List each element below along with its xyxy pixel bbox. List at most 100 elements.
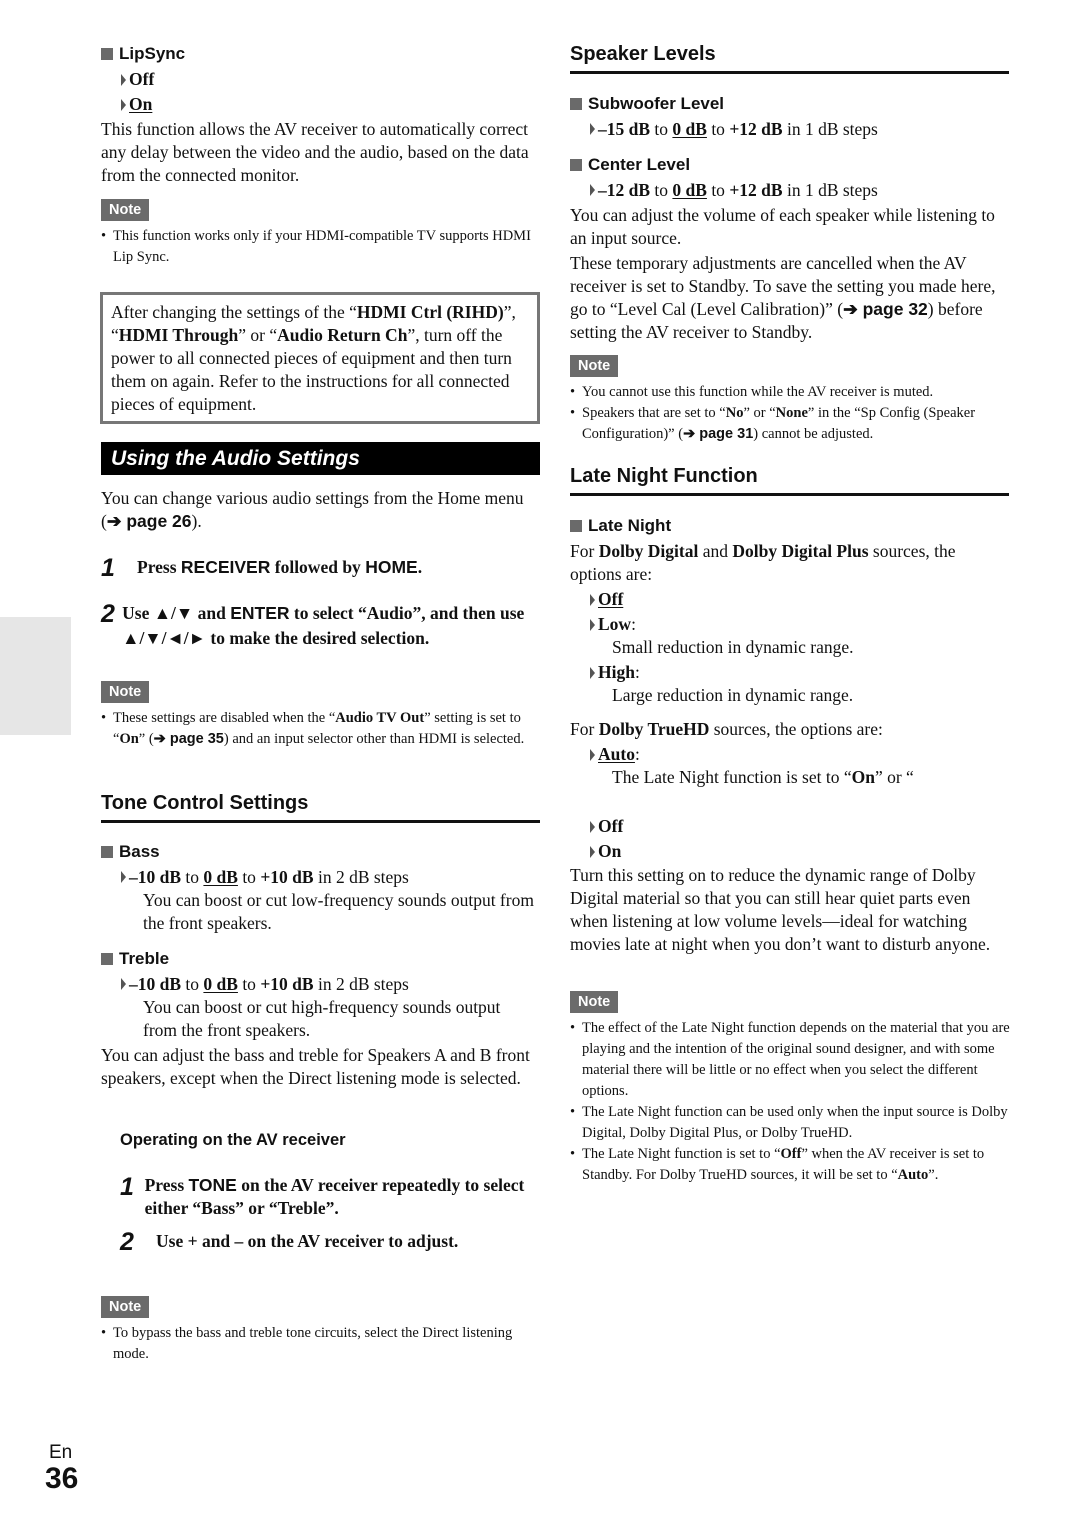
- step-number: 1: [120, 1173, 134, 1201]
- dd-option-high-desc: Large reduction in dynamic range.: [612, 685, 854, 705]
- note-badge: Note: [101, 681, 150, 703]
- subwoofer-heading-text: Subwoofer Level: [588, 94, 725, 113]
- language-label: En: [49, 1442, 73, 1463]
- tone-step-1: 1 Press TONE on the AV receiver repeated…: [120, 1174, 540, 1220]
- note-item: The effect of the Late Night function de…: [570, 1018, 1010, 1102]
- square-bullet-icon: [101, 846, 113, 858]
- option-label: On: [598, 841, 622, 861]
- note-item: These settings are disabled when the “Au…: [101, 708, 541, 750]
- bass-description: You can boost or cut low-frequency sound…: [143, 890, 534, 933]
- late-night-subheading: Late Night: [570, 516, 671, 536]
- lipsync-option-on: On: [121, 93, 152, 116]
- key-tone: TONE: [188, 1175, 237, 1195]
- treble-range: –10 dB to 0 dB to +10 dB in 2 dB steps: [121, 973, 409, 996]
- option-label: High: [598, 662, 635, 682]
- step-text: Press RECEIVER followed by HOME.: [137, 557, 423, 577]
- option-label-default: On: [129, 94, 153, 114]
- dd-option-low: Low:: [590, 613, 636, 636]
- square-bullet-icon: [101, 48, 113, 60]
- thd-option-on: On: [590, 840, 621, 863]
- note-badge: Note: [101, 199, 150, 221]
- triangle-bullet-icon: [590, 820, 595, 833]
- lipsync-heading: LipSync: [101, 44, 185, 64]
- triangle-bullet-icon: [121, 871, 126, 883]
- lipsync-option-off: Off: [121, 68, 154, 91]
- thd-intro: For Dolby TrueHD sources, the options ar…: [570, 719, 883, 739]
- option-label: Off: [598, 816, 624, 836]
- late-night-heading: Late Night Function: [570, 465, 1009, 496]
- tone-summary: You can adjust the bass and treble for S…: [101, 1045, 530, 1088]
- subwoofer-range: –15 dB to 0 dB to +12 dB in 1 dB steps: [590, 118, 878, 141]
- note-item: Speakers that are set to “No” or “None” …: [570, 403, 1010, 445]
- intro-text-end: ).: [191, 511, 202, 531]
- option-label: Off: [129, 69, 155, 89]
- dd-option-high: High:: [590, 661, 640, 684]
- step-text: Use + and – on the AV receiver to adjust…: [156, 1231, 459, 1251]
- tone-control-heading: Tone Control Settings: [101, 792, 540, 823]
- square-bullet-icon: [570, 98, 582, 110]
- notice-audio-return: Audio Return Ch: [277, 325, 408, 345]
- triangle-bullet-icon: [590, 748, 595, 761]
- triangle-bullet-icon: [121, 978, 126, 990]
- note-item: The Late Night function can be used only…: [570, 1102, 1010, 1144]
- note-item: To bypass the bass and treble tone circu…: [101, 1323, 541, 1365]
- page-ref-link[interactable]: ➔ page 31: [683, 426, 753, 442]
- notice-hdmi-through: HDMI Through: [118, 325, 239, 345]
- step-text: Use ▲/▼ and ENTER to select “Audio”, and…: [122, 603, 525, 648]
- triangle-bullet-icon: [590, 184, 595, 196]
- treble-heading: Treble: [101, 949, 169, 969]
- triangle-bullet-icon: [590, 123, 595, 135]
- note-badge: Note: [101, 1296, 150, 1318]
- side-tab: [0, 617, 71, 735]
- step-text: Press TONE on the AV receiver repeatedly…: [144, 1175, 525, 1218]
- triangle-bullet-icon: [590, 666, 595, 679]
- triangle-bullet-icon: [590, 618, 595, 631]
- note-badge: Note: [570, 355, 619, 377]
- boxed-notice: After changing the settings of the “ HDMI…: [100, 292, 540, 424]
- page-ref-link[interactable]: ➔ page 35: [154, 731, 224, 747]
- square-bullet-icon: [101, 953, 113, 965]
- triangle-bullet-icon: [121, 98, 126, 111]
- note-badge: Note: [570, 991, 619, 1013]
- audio-settings-intro: You can change various audio settings fr…: [101, 487, 541, 533]
- page-number: 36: [45, 1462, 79, 1495]
- treble-description: You can boost or cut high-frequency soun…: [143, 997, 501, 1040]
- triangle-bullet-icon: [590, 593, 595, 606]
- option-label: Low: [598, 614, 632, 634]
- dd-option-off: Off: [590, 588, 623, 611]
- step-number: 1: [101, 554, 115, 582]
- lipsync-description: This function allows the AV receiver to …: [101, 119, 529, 185]
- step-number: 2: [120, 1228, 134, 1256]
- key-home: HOME: [365, 557, 418, 577]
- note-item: You cannot use this function while the A…: [570, 382, 1010, 403]
- notice-text: After changing the settings of the “: [111, 302, 357, 322]
- square-bullet-icon: [570, 520, 582, 532]
- dd-intro: For Dolby Digital and Dolby Digital Plus…: [570, 541, 956, 584]
- thd-option-auto: Auto:: [590, 743, 640, 766]
- center-heading: Center Level: [570, 155, 690, 175]
- thd-option-auto-desc: The Late Night function is set to “On” o…: [612, 767, 914, 787]
- option-label-default: Off: [598, 589, 624, 609]
- operating-heading: Operating on the AV receiver: [120, 1131, 346, 1149]
- dd-option-low-desc: Small reduction in dynamic range.: [612, 637, 854, 657]
- page-ref-link[interactable]: ➔ page 26: [107, 511, 192, 531]
- page-ref-link[interactable]: ➔ page 32: [843, 299, 928, 319]
- option-label-default: Auto: [598, 744, 635, 764]
- lipsync-notes: This function works only if your HDMI-co…: [101, 226, 541, 268]
- speaker-levels-p2: These temporary adjustments are cancelle…: [570, 253, 996, 342]
- bass-range: –10 dB to 0 dB to +10 dB in 2 dB steps: [121, 866, 409, 889]
- audio-step-1: 1 Press RECEIVER followed by HOME.: [101, 555, 541, 581]
- late-night-notes: The effect of the Late Night function de…: [570, 1018, 1010, 1186]
- late-night-description: Turn this setting on to reduce the dynam…: [570, 865, 991, 954]
- note-item: This function works only if your HDMI-co…: [101, 226, 541, 268]
- late-night-subheading-text: Late Night: [588, 516, 672, 535]
- audio-settings-title-bar: Using the Audio Settings: [101, 442, 540, 475]
- triangle-bullet-icon: [121, 73, 126, 86]
- note-item: The Late Night function is set to “Off” …: [570, 1144, 1010, 1186]
- tone-notes: To bypass the bass and treble tone circu…: [101, 1323, 541, 1365]
- bass-heading: Bass: [101, 842, 160, 862]
- center-heading-text: Center Level: [588, 155, 691, 174]
- speaker-levels-p1: You can adjust the volume of each speake…: [570, 205, 995, 248]
- bass-heading-text: Bass: [119, 842, 160, 861]
- key-receiver: RECEIVER: [180, 557, 271, 577]
